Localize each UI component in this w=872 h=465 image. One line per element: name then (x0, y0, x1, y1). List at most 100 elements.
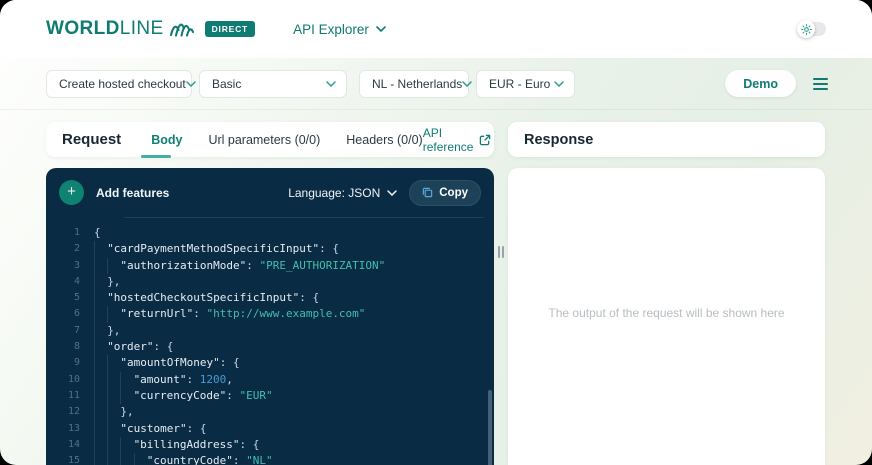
response-title: Response (524, 132, 593, 148)
indent-guide (107, 306, 120, 322)
language-select-value: Language: JSON (288, 186, 380, 200)
code-lines[interactable]: 1{2"cardPaymentMethodSpecificInput": {3"… (46, 225, 486, 465)
tab-body[interactable]: Body (151, 133, 182, 147)
indent-guide (107, 372, 120, 388)
template-select-value: Basic (212, 77, 241, 91)
api-reference-link[interactable]: API reference (423, 126, 492, 154)
plus-icon: + (67, 184, 76, 199)
response-header-card: Response (508, 122, 825, 157)
indent-guide (107, 355, 120, 371)
line-number: 14 (46, 437, 94, 453)
endpoint-select-value: Create hosted checkout (59, 77, 186, 91)
editor-scrollbar[interactable] (488, 390, 492, 465)
request-tabs: Body Url parameters (0/0) Headers (0/0) (151, 133, 423, 147)
line-number: 9 (46, 355, 94, 371)
code-line: 6"returnUrl": "http://www.example.com" (46, 306, 486, 322)
logo-text-light: LINE (120, 18, 164, 40)
api-reference-label: API reference (423, 126, 474, 154)
indent-guide (107, 453, 120, 465)
indent-guide (94, 404, 107, 420)
sun-icon (801, 24, 812, 35)
country-select[interactable]: NL - Netherlands (359, 70, 469, 98)
external-link-icon (479, 134, 491, 146)
active-tab-indicator (141, 155, 171, 158)
editor-divider (124, 217, 484, 218)
endpoint-select[interactable]: Create hosted checkout (46, 70, 192, 98)
copy-button-label: Copy (439, 187, 468, 199)
app-selector[interactable]: API Explorer (293, 22, 386, 37)
indent-guide (107, 421, 120, 437)
logo-text-bold: WORLD (46, 18, 120, 40)
indent-guide (120, 372, 133, 388)
indent-guide (120, 437, 133, 453)
indent-guide (94, 323, 107, 339)
indent-guide (94, 274, 107, 290)
line-number: 6 (46, 306, 94, 322)
code-line: 12}, (46, 404, 486, 420)
tab-headers[interactable]: Headers (0/0) (346, 133, 422, 147)
indent-guide (94, 372, 107, 388)
template-select[interactable]: Basic (199, 70, 347, 98)
indent-guide (94, 355, 107, 371)
line-number: 13 (46, 421, 94, 437)
editor-header: + Add features Language: JSON Copy (46, 168, 494, 217)
code-line: 7}, (46, 323, 486, 339)
indent-guide (120, 388, 133, 404)
request-title: Request (62, 131, 121, 148)
line-number: 15 (46, 453, 94, 465)
top-bar: WORLDLINE DIRECT API Explorer (0, 0, 872, 58)
hamburger-menu-icon[interactable] (813, 78, 828, 90)
code-line: 5"hostedCheckoutSpecificInput": { (46, 290, 486, 306)
indent-guide (107, 404, 120, 420)
worldline-wave-icon (169, 20, 195, 38)
line-number: 5 (46, 290, 94, 306)
worldline-logo: WORLDLINE (46, 18, 195, 40)
code-line: 14"billingAddress": { (46, 437, 486, 453)
tab-url-parameters[interactable]: Url parameters (0/0) (208, 133, 320, 147)
copy-button[interactable]: Copy (409, 180, 481, 206)
response-placeholder: The output of the request will be shown … (508, 306, 825, 320)
line-number: 8 (46, 339, 94, 355)
indent-guide (120, 453, 133, 465)
currency-select-value: EUR - Euro (489, 77, 550, 91)
indent-guide (94, 290, 107, 306)
line-number: 12 (46, 404, 94, 420)
add-features-button[interactable]: + (59, 180, 84, 205)
request-config-toolbar: Create hosted checkout Basic NL - Nether… (0, 58, 872, 110)
country-select-value: NL - Netherlands (372, 77, 462, 91)
code-line: 3"authorizationMode": "PRE_AUTHORIZATION… (46, 258, 486, 274)
chevron-down-icon (326, 81, 336, 87)
theme-toggle-knob (797, 20, 815, 38)
line-number: 10 (46, 372, 94, 388)
currency-select[interactable]: EUR - Euro (476, 70, 575, 98)
chevron-down-icon (387, 190, 397, 196)
code-line: 1{ (46, 225, 486, 241)
app-selector-label: API Explorer (293, 22, 369, 37)
request-body-editor: + Add features Language: JSON Copy 1{2"c… (46, 168, 494, 465)
add-features-label: Add features (96, 186, 169, 200)
indent-guide (134, 453, 147, 465)
line-number: 3 (46, 258, 94, 274)
language-select[interactable]: Language: JSON (288, 186, 397, 200)
panel-resize-handle[interactable] (498, 246, 504, 258)
line-number: 1 (46, 225, 94, 241)
demo-button[interactable]: Demo (725, 70, 796, 97)
code-line: 4}, (46, 274, 486, 290)
api-explorer-page: WORLDLINE DIRECT API Explorer (0, 0, 872, 465)
direct-badge: DIRECT (205, 21, 255, 37)
code-line: 11"currencyCode": "EUR" (46, 388, 486, 404)
indent-guide (94, 421, 107, 437)
indent-guide (94, 258, 107, 274)
indent-guide (94, 453, 107, 465)
code-line: 10"amount": 1200, (46, 372, 486, 388)
chevron-down-icon (376, 26, 386, 32)
indent-guide (107, 388, 120, 404)
chevron-down-icon (186, 81, 196, 87)
indent-guide (94, 437, 107, 453)
request-header-card: Request Body Url parameters (0/0) Header… (46, 122, 494, 157)
line-number: 11 (46, 388, 94, 404)
theme-toggle[interactable] (799, 22, 826, 36)
indent-guide (94, 339, 107, 355)
code-line: 9"amountOfMoney": { (46, 355, 486, 371)
line-number: 7 (46, 323, 94, 339)
